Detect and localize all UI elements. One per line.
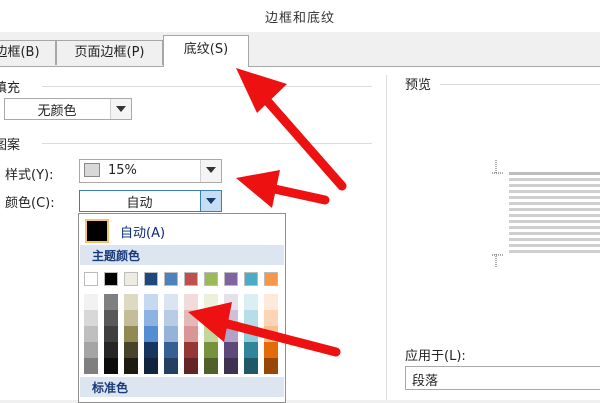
annotation-arrows: [188, 68, 347, 357]
